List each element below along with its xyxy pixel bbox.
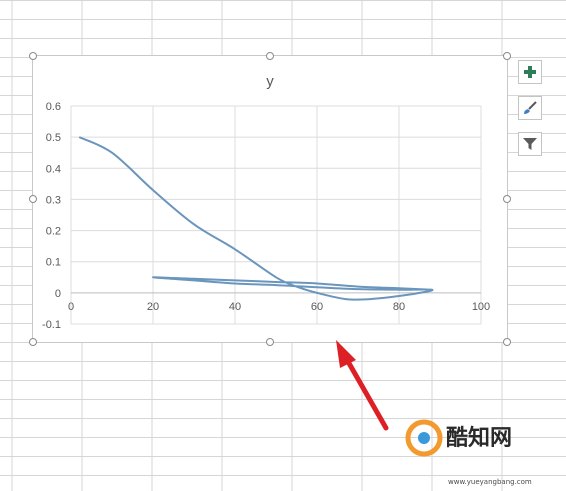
watermark-site: www.yueyangbang.com: [448, 478, 532, 486]
logo-icon: [405, 419, 443, 457]
watermark-brand: 酷知网: [446, 426, 513, 451]
watermark: 酷知网 www.yueyangbang.com: [400, 410, 566, 491]
